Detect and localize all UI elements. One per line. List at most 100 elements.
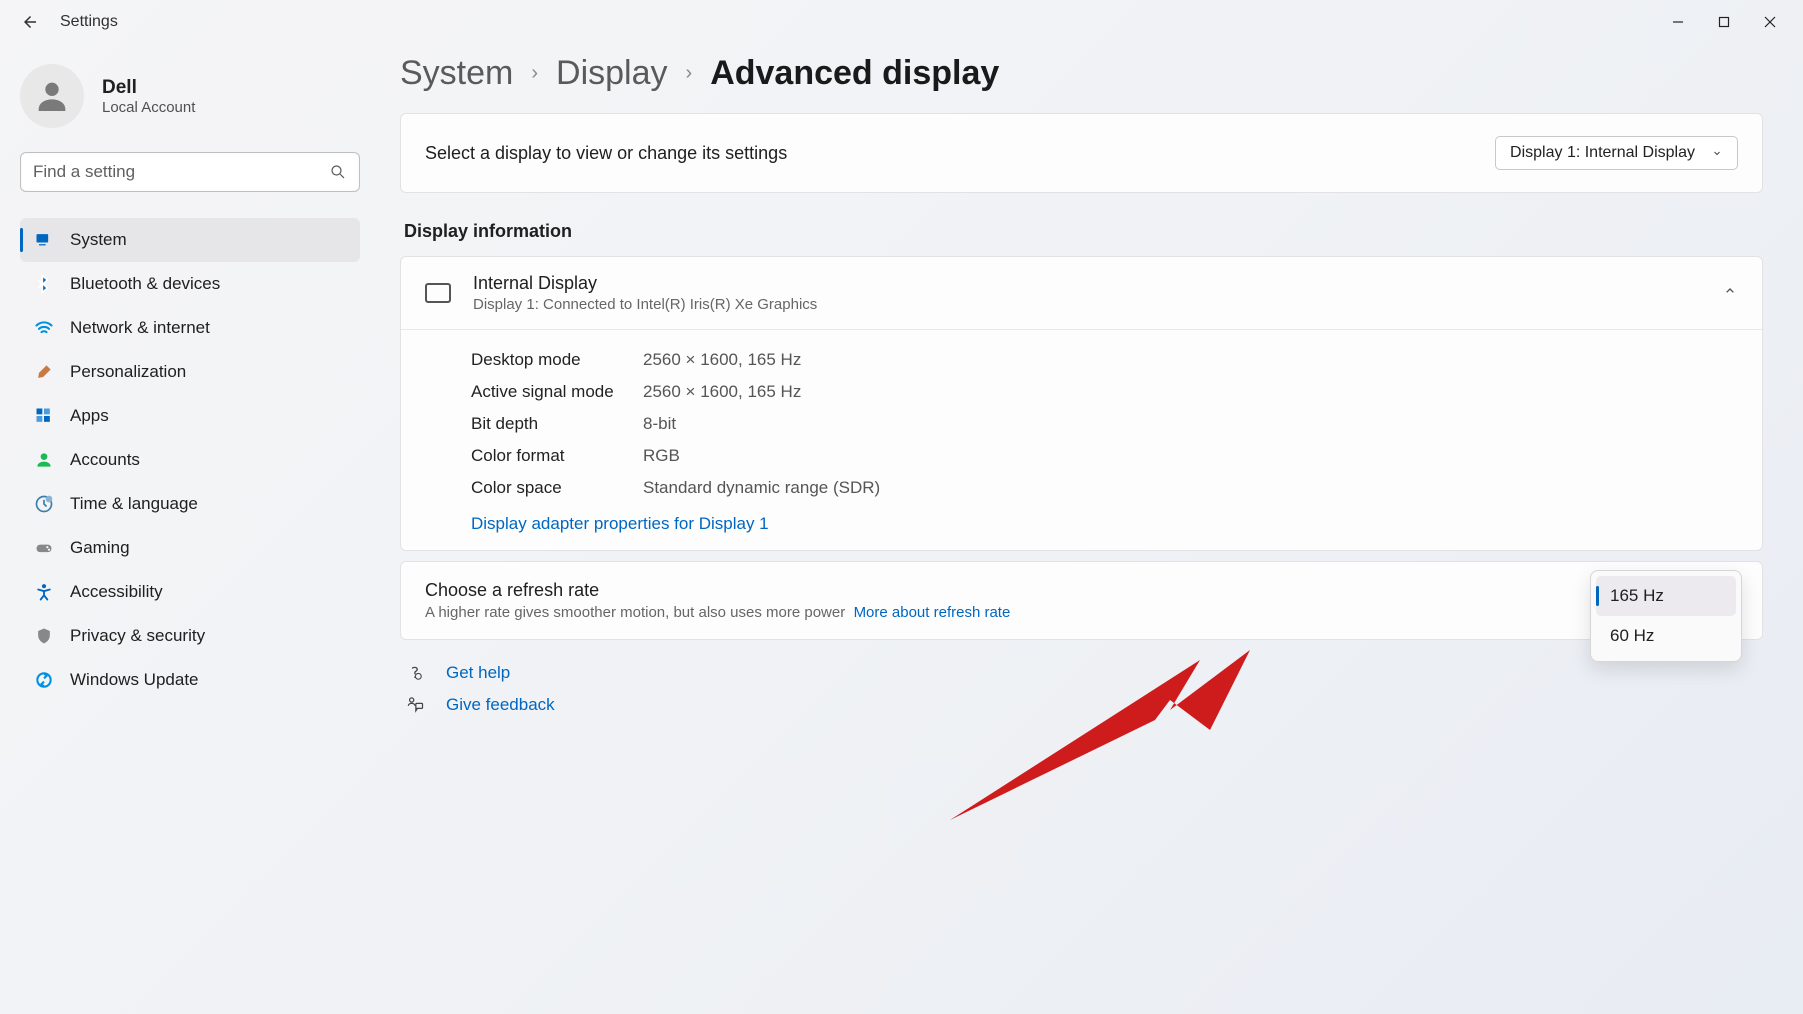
breadcrumb-system[interactable]: System	[400, 54, 513, 93]
display-adapter-properties-link[interactable]: Display adapter properties for Display 1	[471, 514, 769, 534]
nav-item-label: Privacy & security	[70, 626, 205, 646]
bluetooth-icon	[34, 274, 54, 294]
get-help-link[interactable]: Get help	[446, 663, 510, 683]
breadcrumb: System › Display › Advanced display	[400, 54, 1763, 93]
detail-value: 2560 × 1600, 165 Hz	[643, 350, 801, 370]
avatar	[20, 64, 84, 128]
detail-label: Desktop mode	[471, 350, 643, 370]
annotation-arrow	[940, 620, 1280, 840]
refresh-option-60-Hz[interactable]: 60 Hz	[1596, 616, 1736, 656]
refresh-option-165-Hz[interactable]: 165 Hz	[1596, 576, 1736, 616]
display-details: Desktop mode2560 × 1600, 165 HzActive si…	[401, 330, 1762, 550]
nav-item-label: Gaming	[70, 538, 130, 558]
chevron-right-icon: ›	[686, 62, 693, 85]
display-selector-dropdown[interactable]: Display 1: Internal Display	[1495, 136, 1738, 170]
nav-item-label: System	[70, 230, 127, 250]
detail-value: 2560 × 1600, 165 Hz	[643, 382, 801, 402]
search-input[interactable]	[33, 162, 329, 182]
detail-row: Bit depth8-bit	[471, 408, 1738, 440]
nav-item-label: Accessibility	[70, 582, 163, 602]
apps-icon	[34, 406, 54, 426]
gamepad-icon	[34, 538, 54, 558]
nav-item-label: Apps	[70, 406, 109, 426]
user-account-type: Local Account	[102, 99, 195, 116]
give-feedback-row[interactable]: Give feedback	[400, 694, 1763, 716]
shield-icon	[34, 626, 54, 646]
monitor-icon	[425, 283, 451, 303]
system-icon	[34, 230, 54, 250]
nav-item-system[interactable]: System	[20, 218, 360, 262]
nav-item-gaming[interactable]: Gaming	[20, 526, 360, 570]
sidebar: Dell Local Account System Bluetooth & dev…	[0, 44, 380, 1014]
nav-item-privacy-security[interactable]: Privacy & security	[20, 614, 360, 658]
breadcrumb-display[interactable]: Display	[556, 54, 667, 93]
refresh-rate-flyout: 165 Hz60 Hz	[1590, 570, 1742, 662]
wifi-icon	[34, 318, 54, 338]
display-info-card: Internal Display Display 1: Connected to…	[400, 256, 1763, 551]
detail-label: Bit depth	[471, 414, 643, 434]
feedback-icon	[404, 694, 426, 716]
chevron-up-icon	[1722, 283, 1738, 299]
nav-item-label: Windows Update	[70, 670, 199, 690]
detail-value: 8-bit	[643, 414, 676, 434]
display-name: Internal Display	[473, 273, 817, 294]
brush-icon	[34, 362, 54, 382]
nav-item-accessibility[interactable]: Accessibility	[20, 570, 360, 614]
person-icon	[34, 450, 54, 470]
nav-item-accounts[interactable]: Accounts	[20, 438, 360, 482]
refresh-rate-subtitle: A higher rate gives smoother motion, but…	[425, 604, 1010, 621]
detail-row: Desktop mode2560 × 1600, 165 Hz	[471, 344, 1738, 376]
nav-item-network-internet[interactable]: Network & internet	[20, 306, 360, 350]
get-help-row[interactable]: Get help	[400, 662, 1763, 684]
person-icon	[32, 76, 72, 116]
close-button[interactable]	[1747, 7, 1793, 37]
user-name: Dell	[102, 77, 195, 99]
give-feedback-link[interactable]: Give feedback	[446, 695, 555, 715]
nav-item-label: Personalization	[70, 362, 186, 382]
titlebar: Settings	[0, 0, 1803, 44]
minimize-button[interactable]	[1655, 7, 1701, 37]
back-button[interactable]	[10, 2, 50, 42]
maximize-icon	[1718, 16, 1730, 28]
nav-item-apps[interactable]: Apps	[20, 394, 360, 438]
breadcrumb-current: Advanced display	[710, 54, 999, 93]
refresh-rate-card: Choose a refresh rate A higher rate give…	[400, 561, 1763, 640]
search-box[interactable]	[20, 152, 360, 192]
window-title: Settings	[60, 13, 118, 31]
detail-value: RGB	[643, 446, 680, 466]
nav-item-windows-update[interactable]: Windows Update	[20, 658, 360, 702]
collapse-button[interactable]	[1722, 283, 1738, 304]
nav-item-bluetooth-devices[interactable]: Bluetooth & devices	[20, 262, 360, 306]
help-icon	[404, 662, 426, 684]
display-info-header[interactable]: Internal Display Display 1: Connected to…	[401, 257, 1762, 330]
detail-row: Color spaceStandard dynamic range (SDR)	[471, 472, 1738, 504]
display-selector-value: Display 1: Internal Display	[1510, 144, 1695, 162]
maximize-button[interactable]	[1701, 7, 1747, 37]
nav-item-time-language[interactable]: Time & language	[20, 482, 360, 526]
detail-label: Color space	[471, 478, 643, 498]
chevron-down-icon	[1711, 147, 1723, 159]
detail-row: Active signal mode2560 × 1600, 165 Hz	[471, 376, 1738, 408]
detail-value: Standard dynamic range (SDR)	[643, 478, 880, 498]
nav-item-label: Network & internet	[70, 318, 210, 338]
nav-item-label: Time & language	[70, 494, 198, 514]
section-display-information: Display information	[404, 221, 1763, 242]
close-icon	[1764, 16, 1776, 28]
accessibility-icon	[34, 582, 54, 602]
nav-item-personalization[interactable]: Personalization	[20, 350, 360, 394]
search-icon	[329, 163, 347, 181]
detail-label: Active signal mode	[471, 382, 643, 402]
user-account-box[interactable]: Dell Local Account	[20, 64, 360, 128]
minimize-icon	[1672, 16, 1684, 28]
select-display-card: Select a display to view or change its s…	[400, 113, 1763, 193]
refresh-rate-title: Choose a refresh rate	[425, 580, 1010, 601]
nav-list: System Bluetooth & devices Network & inter…	[20, 218, 360, 702]
content-area: System › Display › Advanced display Sele…	[380, 44, 1803, 1014]
detail-label: Color format	[471, 446, 643, 466]
arrow-left-icon	[21, 13, 39, 31]
nav-item-label: Accounts	[70, 450, 140, 470]
more-about-refresh-link[interactable]: More about refresh rate	[854, 604, 1011, 621]
detail-row: Color formatRGB	[471, 440, 1738, 472]
clock-icon	[34, 494, 54, 514]
display-subtitle: Display 1: Connected to Intel(R) Iris(R)…	[473, 296, 817, 313]
